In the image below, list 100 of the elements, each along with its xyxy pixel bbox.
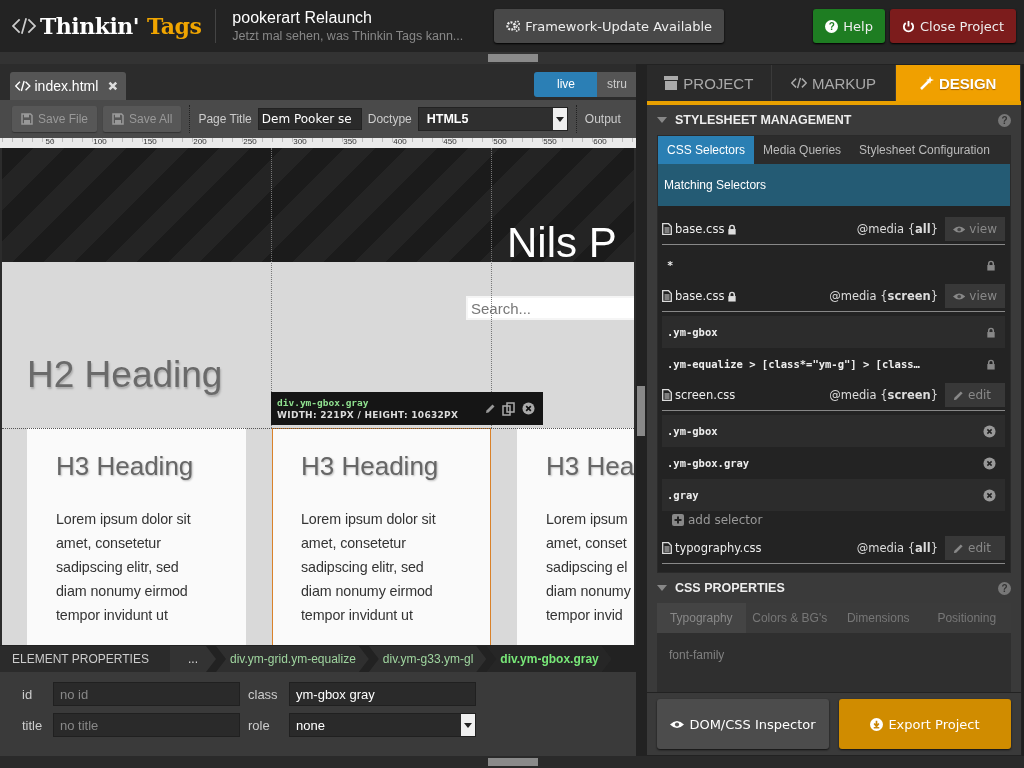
stylesheet-name: typography.css — [675, 541, 762, 555]
floppy-icon — [21, 113, 33, 125]
selector-text: .ym-gbox — [667, 326, 718, 338]
lorem-paragraph: Lorem ipsum dolor sit amet, consetetur sadipscing elitr, sed diam nonumy eirmod tempor invidunt ut — [301, 510, 437, 625]
field-label: class — [248, 686, 279, 702]
lock-icon — [727, 290, 738, 302]
element-size-text: WIDTH: 221PX / HEIGHT: 10632PX — [277, 408, 459, 422]
selector-row[interactable]: .ym-equalize > [class*="ym-g"] > [class… — [662, 348, 1005, 380]
code-icon — [15, 80, 31, 92]
caret-icon — [555, 116, 564, 122]
breadcrumb-item[interactable]: ... — [170, 646, 216, 672]
help-button[interactable]: ? Help — [813, 9, 885, 43]
selector-text: .ym-equalize > [class*="ym-g"] > [class… — [667, 358, 920, 370]
add-selector-link[interactable]: add selector — [662, 511, 773, 533]
caret-icon — [464, 722, 472, 728]
file-icon — [662, 542, 672, 554]
role-select[interactable]: none — [289, 713, 476, 737]
h3-heading: H3 Hea — [546, 451, 634, 482]
ruler-label: 550 — [542, 138, 558, 147]
update-button[interactable]: Framework-Update Available — [494, 9, 725, 43]
matching-heading: Matching Selectors — [664, 178, 767, 192]
ruler-label: 150 — [142, 138, 158, 147]
page-title-field[interactable]: Dem Pooker se — [257, 108, 362, 130]
media-query-text: @media {screen} — [829, 289, 938, 303]
help-icon: ? — [825, 19, 839, 33]
subtab[interactable]: Media Queries — [754, 136, 851, 164]
ruler-label: 400 — [392, 138, 408, 147]
breadcrumb-item[interactable]: div.ym-g33.ym-gl — [368, 646, 487, 672]
view-mode-tab[interactable]: live — [534, 71, 597, 97]
field-label: id — [22, 686, 34, 702]
inspector-button[interactable]: DOM/CSS Inspector — [657, 699, 829, 749]
ruler-label: 600 — [592, 138, 608, 147]
pencil-icon[interactable] — [484, 402, 496, 415]
breadcrumb-item[interactable]: div.ym-grid.ym-equalize — [216, 646, 369, 672]
view-button[interactable]: view — [945, 217, 1005, 241]
stylesheet-name: base.css — [675, 222, 725, 236]
remove-icon[interactable] — [983, 424, 996, 438]
search-field[interactable]: Search... — [466, 296, 634, 320]
selector-text: .ym-gbox — [667, 425, 718, 437]
title-field[interactable]: no title — [53, 713, 240, 737]
selector-text: .ym-gbox.gray — [667, 457, 750, 469]
close-icon[interactable] — [108, 81, 118, 91]
doctype-select[interactable]: HTML5 — [417, 107, 568, 131]
splitter-handle[interactable] — [488, 758, 538, 766]
subtab[interactable]: CSS Selectors — [658, 136, 755, 164]
section-title: CSS PROPERTIES — [675, 581, 785, 595]
ruler-label: 300 — [292, 138, 308, 147]
file-tab[interactable]: index.html — [10, 72, 126, 100]
selector-row[interactable]: .ym-gbox — [662, 415, 1005, 447]
selector-row[interactable]: .ym-gbox — [662, 316, 1005, 348]
lock-icon — [727, 223, 738, 235]
splitter-handle[interactable] — [488, 54, 538, 62]
remove-icon[interactable] — [983, 488, 996, 502]
eye-icon — [953, 224, 966, 234]
file-icon — [662, 223, 672, 235]
h3-heading: H3 Heading — [56, 451, 195, 482]
scrollbar-thumb[interactable] — [637, 386, 645, 436]
property-name: font-family — [669, 648, 725, 662]
project-title: pookerart Relaunch — [232, 9, 373, 27]
stylesheet-name: base.css — [675, 289, 725, 303]
site-title: Nils P — [507, 222, 617, 264]
selector-row[interactable]: .gray — [662, 479, 1005, 511]
page-title-label: Page Title — [198, 112, 252, 126]
caret-icon[interactable] — [657, 117, 667, 123]
download-icon — [870, 717, 884, 731]
selector-text: .gray — [667, 489, 699, 501]
ruler-label: 500 — [492, 138, 508, 147]
logo-text: Thinkin' — [40, 13, 140, 39]
output-label: Output — [584, 112, 621, 126]
file-icon — [662, 389, 672, 401]
breadcrumb-item[interactable]: div.ym-gbox.gray — [486, 646, 612, 672]
ruler-label: 350 — [342, 138, 358, 147]
selector-text: * — [667, 259, 674, 271]
selector-row[interactable]: * — [662, 249, 1005, 281]
id-field[interactable]: no id — [53, 682, 240, 706]
element-selector-text: div.ym-gbox.gray — [277, 395, 370, 409]
media-query-text: @media {all} — [856, 541, 938, 555]
close-icon[interactable] — [522, 402, 535, 415]
plus-icon — [672, 514, 684, 526]
edit-button[interactable]: edit — [945, 383, 1005, 407]
view-button[interactable]: view — [945, 284, 1005, 308]
close-button[interactable]: Close Project — [889, 9, 1016, 43]
lock-icon — [986, 326, 996, 338]
code-icon — [790, 77, 807, 89]
ruler-label: 250 — [242, 138, 258, 147]
remove-icon[interactable] — [983, 456, 996, 470]
selector-row[interactable]: .ym-gbox.gray — [662, 447, 1005, 479]
doctype-label: Doctype — [367, 112, 412, 126]
eye-icon — [670, 719, 685, 729]
class-field[interactable]: ym-gbox gray — [289, 682, 476, 706]
edit-button[interactable]: edit — [945, 536, 1005, 560]
media-query-text: @media {screen} — [829, 388, 938, 402]
subtab[interactable]: Stylesheet Configuration — [850, 136, 999, 164]
power-icon — [901, 19, 915, 33]
view-mode-tab[interactable]: stru — [597, 71, 636, 97]
copy-icon[interactable] — [502, 401, 516, 416]
code-icon — [12, 17, 36, 35]
lorem-paragraph: Lorem ipsum dolor sit amet, consetetur sadipscing elitr, sed diam nonumy eirmod tempor invidunt ut — [56, 510, 192, 625]
lock-icon — [986, 259, 996, 271]
media-query-text: @media {all} — [856, 222, 938, 236]
